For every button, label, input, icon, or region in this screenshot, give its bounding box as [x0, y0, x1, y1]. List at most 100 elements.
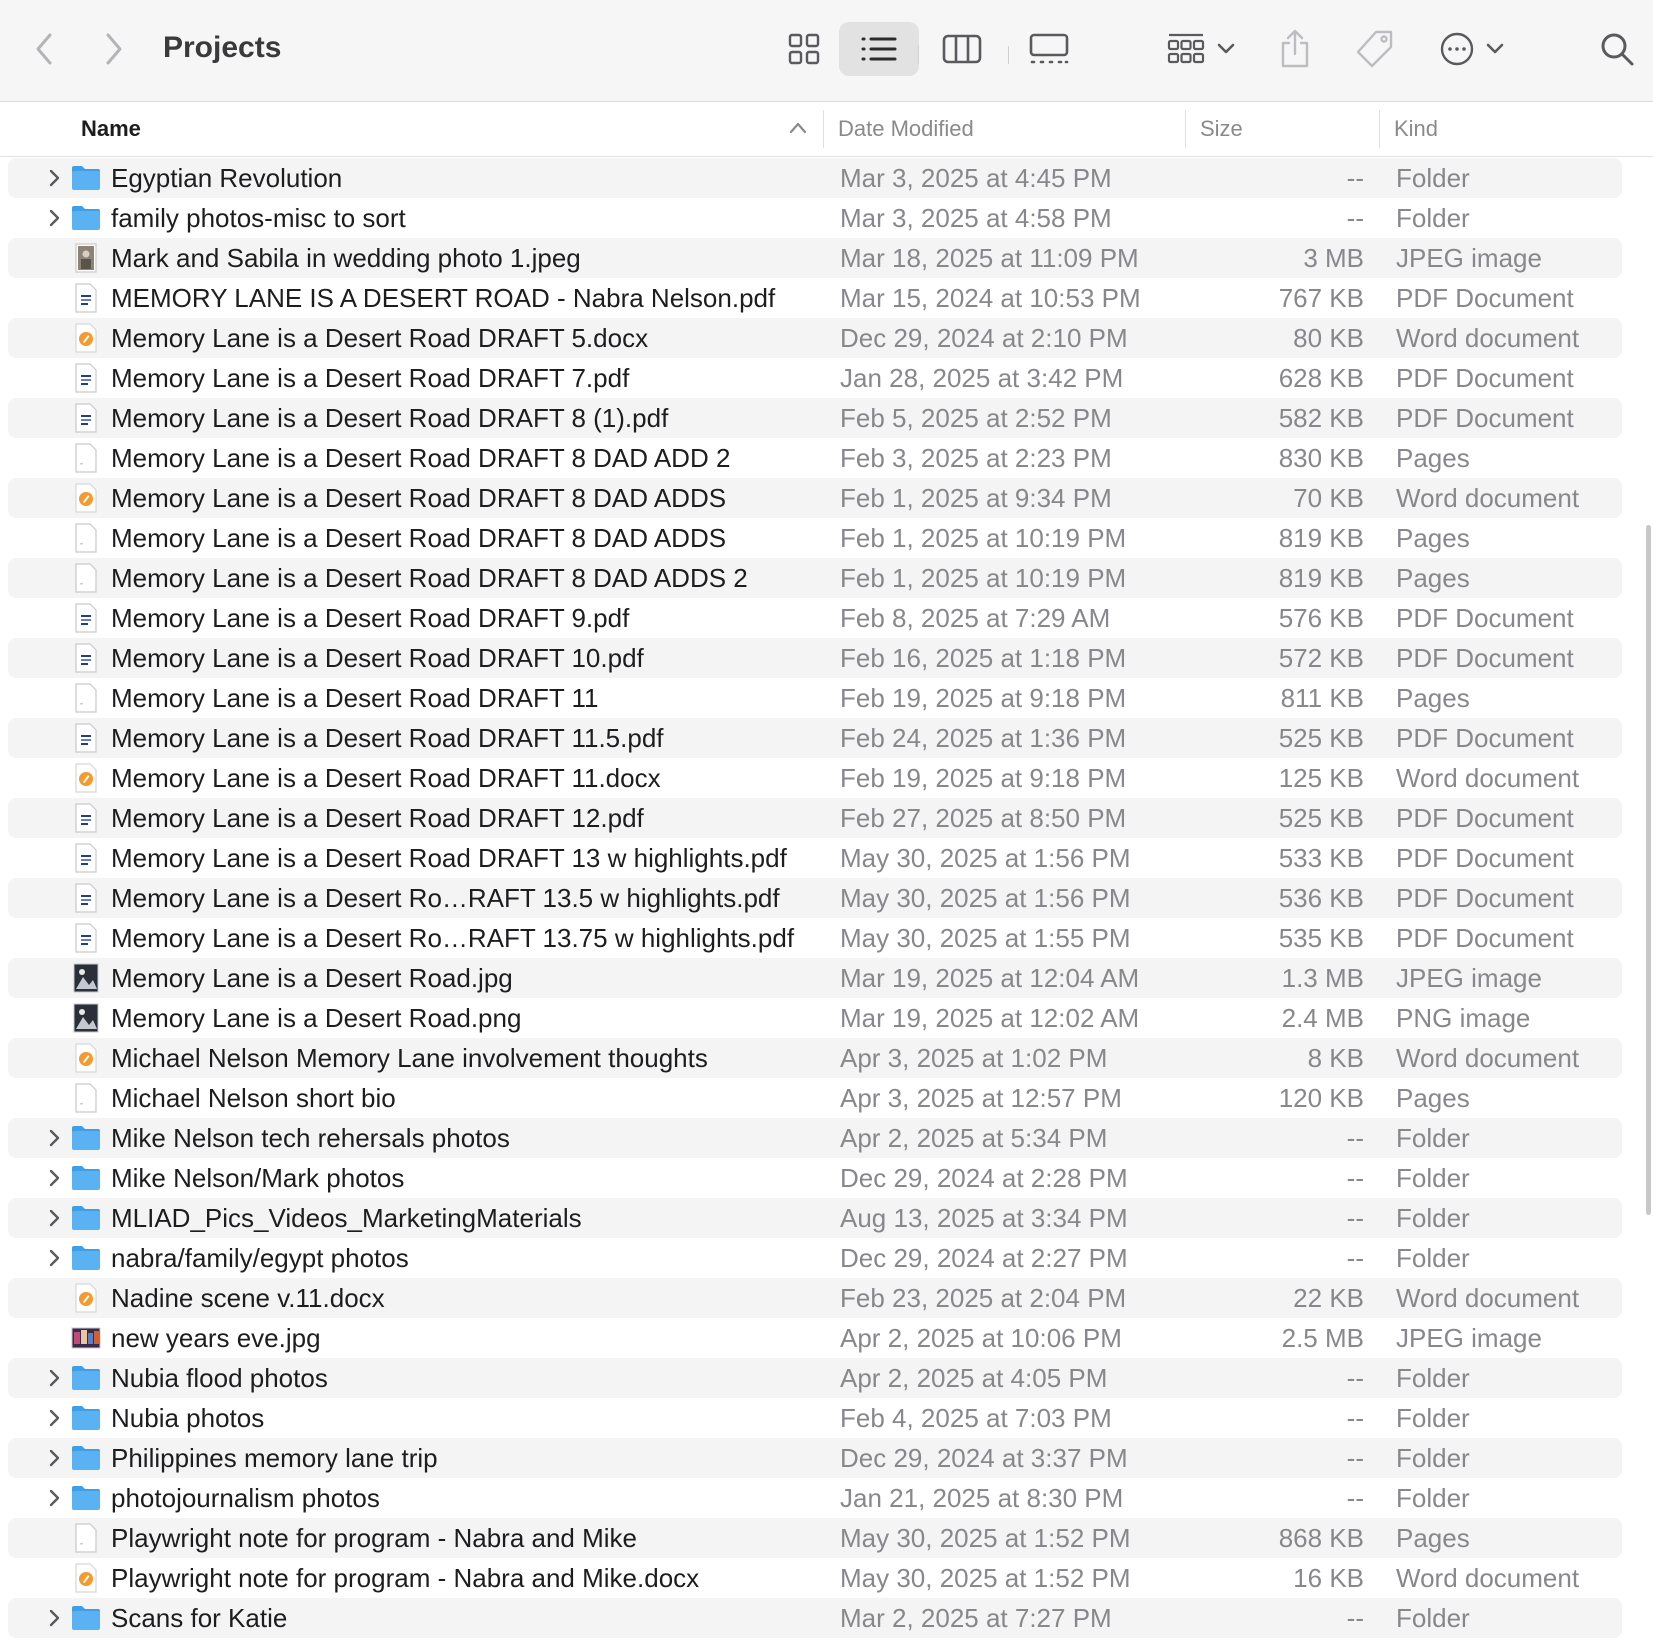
file-row[interactable]: Mark and Sabila in wedding photo 1.jpeg M… — [8, 238, 1622, 278]
file-name: Philippines memory lane trip — [111, 1443, 438, 1473]
file-row[interactable]: Memory Lane is a Desert Road DRAFT 8 DAD… — [8, 558, 1622, 598]
file-name: Memory Lane is a Desert Road DRAFT 12.pd… — [111, 803, 644, 833]
window-title: Projects — [163, 31, 282, 64]
folder-row[interactable]: MLIAD_Pics_Videos_MarketingMaterials Aug … — [8, 1198, 1622, 1238]
folder-row[interactable]: Egyptian Revolution Mar 3, 2025 at 4:45 P… — [8, 158, 1622, 198]
file-row[interactable]: Memory Lane is a Desert Road.png Mar 19, … — [8, 998, 1622, 1038]
pages-document-icon — [70, 558, 102, 598]
disclosure-triangle[interactable] — [44, 1478, 64, 1518]
file-name: Memory Lane is a Desert Road DRAFT 10.pd… — [111, 643, 644, 673]
column-divider[interactable] — [1379, 110, 1380, 148]
file-row[interactable]: Memory Lane is a Desert Road DRAFT 11.do… — [8, 758, 1622, 798]
folder-row[interactable]: nabra/family/egypt photos Dec 29, 2024 at… — [8, 1238, 1622, 1278]
folder-row[interactable]: Scans for Katie Mar 2, 2025 at 7:27 PM -- F… — [8, 1598, 1622, 1638]
file-row[interactable]: Memory Lane is a Desert Road DRAFT 8 (1)… — [8, 398, 1622, 438]
search-button[interactable] — [1592, 22, 1642, 76]
disclosure-triangle[interactable] — [44, 198, 64, 238]
file-size: 868 KB — [1278, 1523, 1364, 1553]
file-row[interactable]: Nadine scene v.11.docx Feb 23, 2025 at 2:… — [8, 1278, 1622, 1318]
file-row[interactable]: Playwright note for program - Nabra and … — [8, 1558, 1622, 1598]
file-row[interactable]: Michael Nelson Memory Lane involvement t… — [8, 1038, 1622, 1078]
file-row[interactable]: Memory Lane is a Desert Road DRAFT 12.pd… — [8, 798, 1622, 838]
folder-icon — [70, 1118, 102, 1158]
size-column-header[interactable]: Size — [1200, 102, 1243, 156]
kind-column-header[interactable]: Kind — [1394, 102, 1438, 156]
word-document-icon — [70, 1278, 102, 1318]
disclosure-triangle[interactable] — [44, 158, 64, 198]
folder-row[interactable]: Nubia photos Feb 4, 2025 at 7:03 PM -- Fold… — [8, 1398, 1622, 1438]
folder-row[interactable]: photojournalism photos Jan 21, 2025 at 8:… — [8, 1478, 1622, 1518]
date-column-header[interactable]: Date Modified — [838, 102, 974, 156]
file-row[interactable]: Memory Lane is a Desert Road DRAFT 5.doc… — [8, 318, 1622, 358]
file-size: 819 KB — [1278, 563, 1364, 593]
file-kind: JPEG image — [1396, 243, 1542, 273]
file-row[interactable]: Memory Lane is a Desert Road.jpg Mar 19, … — [8, 958, 1622, 998]
icon-view-button[interactable] — [774, 22, 834, 76]
file-kind: Pages — [1396, 523, 1470, 553]
folder-row[interactable]: Mike Nelson/Mark photos Dec 29, 2024 at 2… — [8, 1158, 1622, 1198]
disclosure-triangle[interactable] — [44, 1158, 64, 1198]
file-row[interactable]: Memory Lane is a Desert Road DRAFT 7.pdf… — [8, 358, 1622, 398]
folder-row[interactable]: Nubia flood photos Apr 2, 2025 at 4:05 PM… — [8, 1358, 1622, 1398]
file-row[interactable]: MEMORY LANE IS A DESERT ROAD - Nabra Nel… — [8, 278, 1622, 318]
pages-document-icon — [70, 678, 102, 718]
date-modified: May 30, 2025 at 1:56 PM — [840, 883, 1131, 913]
disclosure-triangle[interactable] — [44, 1118, 64, 1158]
file-row[interactable]: Memory Lane is a Desert Road DRAFT 8 DAD… — [8, 478, 1622, 518]
tag-button[interactable] — [1350, 22, 1400, 76]
disclosure-triangle[interactable] — [44, 1198, 64, 1238]
file-row[interactable]: Memory Lane is a Desert Ro…RAFT 13.75 w … — [8, 918, 1622, 958]
file-kind: Pages — [1396, 1523, 1470, 1553]
chevron-right-icon — [49, 1169, 60, 1187]
column-divider[interactable] — [1185, 110, 1186, 148]
file-size: -- — [1346, 1123, 1364, 1153]
disclosure-triangle[interactable] — [44, 1358, 64, 1398]
date-modified: Dec 29, 2024 at 2:28 PM — [840, 1163, 1128, 1193]
column-divider[interactable] — [823, 110, 824, 148]
file-row[interactable]: Memory Lane is a Desert Road DRAFT 9.pdf… — [8, 598, 1622, 638]
folder-row[interactable]: family photos-misc to sort Mar 3, 2025 at… — [8, 198, 1622, 238]
disclosure-triangle[interactable] — [44, 1398, 64, 1438]
file-name: Memory Lane is a Desert Ro…RAFT 13.75 w … — [111, 923, 795, 953]
share-button[interactable] — [1270, 22, 1320, 76]
folder-icon — [70, 1198, 102, 1238]
gallery-view-button[interactable] — [1014, 22, 1084, 76]
back-button[interactable] — [24, 22, 64, 76]
disclosure-triangle[interactable] — [44, 1438, 64, 1478]
file-row[interactable]: Michael Nelson short bio Apr 3, 2025 at 1… — [8, 1078, 1622, 1118]
file-row[interactable]: Memory Lane is a Desert Road DRAFT 11.5.… — [8, 718, 1622, 758]
file-row[interactable]: new years eve.jpg Apr 2, 2025 at 10:06 PM… — [8, 1318, 1622, 1358]
file-row[interactable]: Playwright note for program - Nabra and … — [8, 1518, 1622, 1558]
file-kind: Folder — [1396, 1363, 1470, 1393]
name-column-header[interactable]: Name — [81, 102, 141, 156]
file-row[interactable]: Memory Lane is a Desert Road DRAFT 8 DAD… — [8, 518, 1622, 558]
file-row[interactable]: Memory Lane is a Desert Road DRAFT 8 DAD… — [8, 438, 1622, 478]
list-view-button[interactable] — [839, 22, 919, 76]
file-list[interactable]: Egyptian Revolution Mar 3, 2025 at 4:45 P… — [0, 156, 1640, 1644]
file-kind: Word document — [1396, 1283, 1580, 1313]
file-name: Nubia photos — [111, 1403, 265, 1433]
file-size: -- — [1346, 1443, 1364, 1473]
file-row[interactable]: Memory Lane is a Desert Ro…RAFT 13.5 w h… — [8, 878, 1622, 918]
disclosure-triangle[interactable] — [44, 1598, 64, 1638]
jpeg-image-icon — [70, 1318, 102, 1358]
column-view-button[interactable] — [932, 22, 992, 76]
chevron-down-icon — [1486, 43, 1504, 54]
file-kind: Pages — [1396, 563, 1470, 593]
file-row[interactable]: Memory Lane is a Desert Road DRAFT 10.pd… — [8, 638, 1622, 678]
sort-ascending-icon[interactable] — [788, 120, 808, 136]
forward-button[interactable] — [94, 22, 134, 76]
folder-row[interactable]: Philippines memory lane trip Dec 29, 2024… — [8, 1438, 1622, 1478]
more-actions-button[interactable] — [1432, 22, 1512, 76]
file-row[interactable]: Memory Lane is a Desert Road DRAFT 13 w … — [8, 838, 1622, 878]
file-row[interactable]: Memory Lane is a Desert Road DRAFT 11 Feb… — [8, 678, 1622, 718]
date-modified: Mar 19, 2025 at 12:02 AM — [840, 1003, 1140, 1033]
file-name: Memory Lane is a Desert Road DRAFT 5.doc… — [111, 323, 649, 353]
folder-row[interactable]: Mike Nelson tech rehersals photos Apr 2, … — [8, 1118, 1622, 1158]
gallery-view-icon — [1029, 33, 1069, 64]
scrollbar[interactable] — [1646, 525, 1651, 1215]
group-button[interactable] — [1160, 22, 1242, 76]
file-size: 582 KB — [1278, 403, 1364, 433]
disclosure-triangle[interactable] — [44, 1238, 64, 1278]
search-icon — [1601, 33, 1634, 66]
